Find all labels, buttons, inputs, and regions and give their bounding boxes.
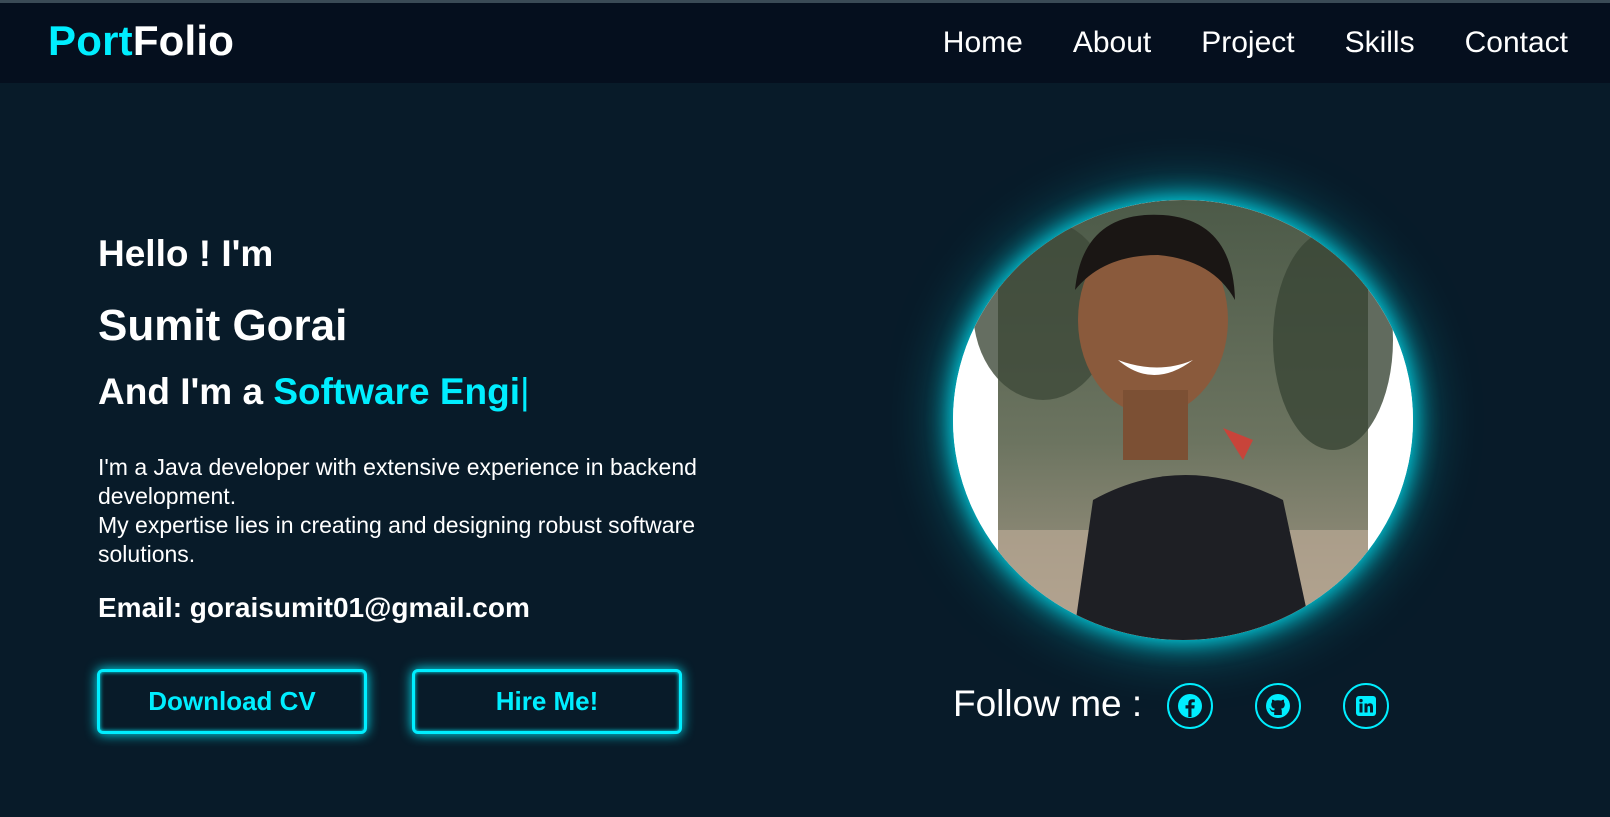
nav-home[interactable]: Home bbox=[943, 25, 1023, 61]
role-prefix: And I'm a bbox=[98, 371, 264, 412]
github-icon bbox=[1266, 694, 1290, 718]
email-text: Email: goraisumit01@gmail.com bbox=[98, 592, 530, 623]
role-line: And I'm a Software Engi| bbox=[98, 371, 530, 413]
logo[interactable]: PortFolio bbox=[48, 17, 234, 65]
nav-contact[interactable]: Contact bbox=[1465, 25, 1568, 61]
nav-about[interactable]: About bbox=[1073, 25, 1151, 61]
nav-project[interactable]: Project bbox=[1201, 25, 1294, 61]
bio: I'm a Java developer with extensive expe… bbox=[98, 453, 758, 569]
nav-skills[interactable]: Skills bbox=[1345, 25, 1415, 61]
logo-part-folio: Folio bbox=[132, 17, 235, 64]
typing-caret: | bbox=[520, 371, 530, 412]
download-cv-button[interactable]: Download CV bbox=[97, 669, 367, 734]
role-typed-text: Software Engi bbox=[273, 371, 521, 412]
bio-line-2: My expertise lies in creating and design… bbox=[98, 512, 696, 567]
logo-part-port: Port bbox=[48, 17, 133, 64]
bio-line-1: I'm a Java developer with extensive expe… bbox=[98, 454, 697, 509]
facebook-icon bbox=[1178, 694, 1202, 718]
person-name: Sumit Gorai bbox=[98, 301, 348, 350]
profile-photo-image bbox=[953, 200, 1413, 640]
github-link[interactable] bbox=[1255, 683, 1301, 729]
follow-me-label: Follow me : bbox=[953, 683, 1143, 724]
linkedin-link[interactable] bbox=[1343, 683, 1389, 729]
profile-photo bbox=[953, 200, 1413, 640]
linkedin-icon bbox=[1356, 696, 1376, 716]
navbar: PortFolio Home About Project Skills Cont… bbox=[0, 3, 1610, 83]
nav-menu: Home About Project Skills Contact bbox=[893, 25, 1568, 61]
greeting: Hello ! I'm bbox=[98, 233, 274, 274]
hire-me-button[interactable]: Hire Me! bbox=[412, 669, 682, 734]
facebook-link[interactable] bbox=[1167, 683, 1213, 729]
